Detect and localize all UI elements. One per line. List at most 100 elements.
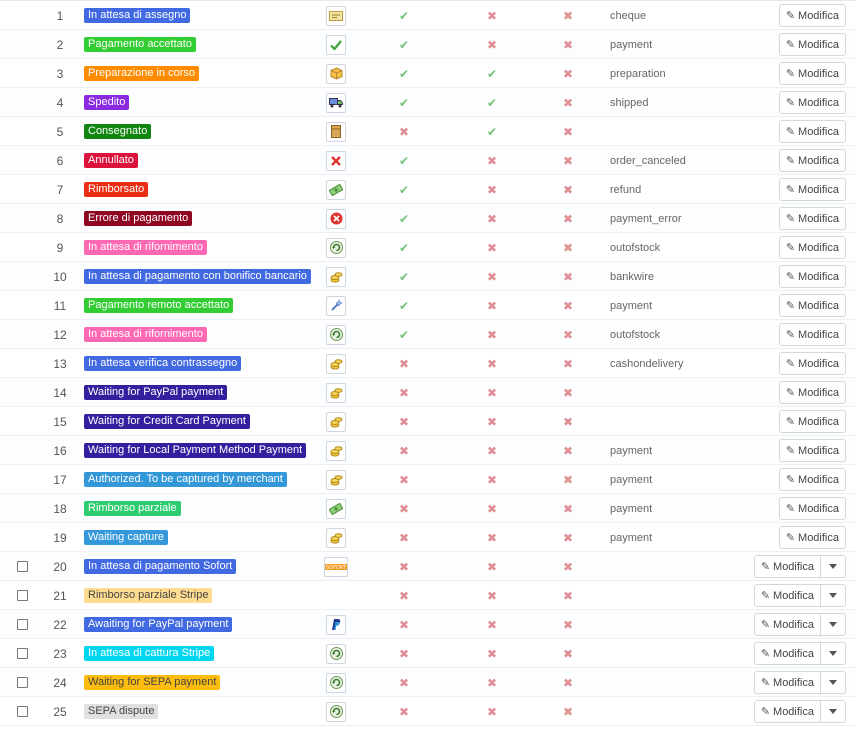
cross-icon[interactable]: ✖ (563, 706, 573, 718)
cross-icon[interactable]: ✖ (563, 532, 573, 544)
cross-icon[interactable]: ✖ (487, 474, 497, 486)
cross-icon[interactable]: ✖ (563, 387, 573, 399)
check-icon[interactable]: ✔ (487, 68, 497, 80)
edit-button[interactable]: ✎ Modifica (778, 91, 846, 114)
cross-icon[interactable]: ✖ (563, 10, 573, 22)
cross-icon[interactable]: ✖ (487, 416, 497, 428)
dropdown-toggle-button[interactable] (821, 671, 846, 694)
cross-icon[interactable]: ✖ (399, 590, 409, 602)
cross-icon[interactable]: ✖ (487, 619, 497, 631)
cross-icon[interactable]: ✖ (563, 68, 573, 80)
cross-icon[interactable]: ✖ (563, 503, 573, 515)
cross-icon[interactable]: ✖ (563, 155, 573, 167)
cross-icon[interactable]: ✖ (563, 300, 573, 312)
cross-icon[interactable]: ✖ (487, 503, 497, 515)
dropdown-toggle-button[interactable] (821, 613, 846, 636)
edit-button[interactable]: ✎ Modifica (778, 468, 846, 491)
cross-icon[interactable]: ✖ (487, 648, 497, 660)
edit-button[interactable]: ✎ Modifica (778, 178, 846, 201)
check-icon[interactable]: ✔ (399, 184, 409, 196)
edit-button[interactable]: ✎ Modifica (778, 265, 846, 288)
edit-button[interactable]: ✎ Modifica (753, 671, 821, 694)
dropdown-toggle-button[interactable] (821, 700, 846, 723)
dropdown-toggle-button[interactable] (821, 584, 846, 607)
cross-icon[interactable]: ✖ (487, 184, 497, 196)
edit-button[interactable]: ✎ Modifica (778, 323, 846, 346)
cross-icon[interactable]: ✖ (399, 619, 409, 631)
row-checkbox[interactable] (16, 561, 28, 572)
cross-icon[interactable]: ✖ (487, 271, 497, 283)
cross-icon[interactable]: ✖ (399, 474, 409, 486)
cross-icon[interactable]: ✖ (563, 648, 573, 660)
cross-icon[interactable]: ✖ (563, 329, 573, 341)
cross-icon[interactable]: ✖ (563, 358, 573, 370)
edit-button[interactable]: ✎ Modifica (778, 236, 846, 259)
check-icon[interactable]: ✔ (399, 39, 409, 51)
cross-icon[interactable]: ✖ (399, 445, 409, 457)
cross-icon[interactable]: ✖ (563, 445, 573, 457)
check-icon[interactable]: ✔ (487, 97, 497, 109)
cross-icon[interactable]: ✖ (487, 387, 497, 399)
edit-button[interactable]: ✎ Modifica (778, 62, 846, 85)
cross-icon[interactable]: ✖ (563, 126, 573, 138)
cross-icon[interactable]: ✖ (563, 39, 573, 51)
cross-icon[interactable]: ✖ (399, 648, 409, 660)
cross-icon[interactable]: ✖ (563, 416, 573, 428)
cross-icon[interactable]: ✖ (563, 561, 573, 573)
check-icon[interactable]: ✔ (399, 329, 409, 341)
row-checkbox[interactable] (16, 590, 28, 601)
cross-icon[interactable]: ✖ (487, 155, 497, 167)
cross-icon[interactable]: ✖ (487, 590, 497, 602)
cross-icon[interactable]: ✖ (487, 358, 497, 370)
check-icon[interactable]: ✔ (399, 300, 409, 312)
cross-icon[interactable]: ✖ (563, 271, 573, 283)
cross-icon[interactable]: ✖ (487, 706, 497, 718)
edit-button[interactable]: ✎ Modifica (753, 642, 821, 665)
cross-icon[interactable]: ✖ (563, 97, 573, 109)
cross-icon[interactable]: ✖ (399, 503, 409, 515)
cross-icon[interactable]: ✖ (487, 677, 497, 689)
edit-button[interactable]: ✎ Modifica (778, 439, 846, 462)
cross-icon[interactable]: ✖ (487, 561, 497, 573)
row-checkbox[interactable] (16, 677, 28, 688)
edit-button[interactable]: ✎ Modifica (753, 584, 821, 607)
cross-icon[interactable]: ✖ (487, 300, 497, 312)
edit-button[interactable]: ✎ Modifica (778, 149, 846, 172)
cross-icon[interactable]: ✖ (399, 126, 409, 138)
edit-button[interactable]: ✎ Modifica (753, 613, 821, 636)
cross-icon[interactable]: ✖ (399, 561, 409, 573)
cross-icon[interactable]: ✖ (563, 184, 573, 196)
cross-icon[interactable]: ✖ (399, 532, 409, 544)
edit-button[interactable]: ✎ Modifica (778, 33, 846, 56)
cross-icon[interactable]: ✖ (563, 213, 573, 225)
check-icon[interactable]: ✔ (399, 155, 409, 167)
cross-icon[interactable]: ✖ (487, 10, 497, 22)
cross-icon[interactable]: ✖ (563, 619, 573, 631)
cross-icon[interactable]: ✖ (563, 590, 573, 602)
row-checkbox[interactable] (16, 648, 28, 659)
edit-button[interactable]: ✎ Modifica (778, 352, 846, 375)
edit-button[interactable]: ✎ Modifica (753, 700, 821, 723)
edit-button[interactable]: ✎ Modifica (778, 381, 846, 404)
cross-icon[interactable]: ✖ (399, 677, 409, 689)
cross-icon[interactable]: ✖ (487, 39, 497, 51)
cross-icon[interactable]: ✖ (487, 329, 497, 341)
edit-button[interactable]: ✎ Modifica (778, 120, 846, 143)
cross-icon[interactable]: ✖ (399, 706, 409, 718)
cross-icon[interactable]: ✖ (563, 242, 573, 254)
cross-icon[interactable]: ✖ (487, 213, 497, 225)
cross-icon[interactable]: ✖ (487, 445, 497, 457)
edit-button[interactable]: ✎ Modifica (778, 294, 846, 317)
edit-button[interactable]: ✎ Modifica (753, 555, 821, 578)
check-icon[interactable]: ✔ (399, 242, 409, 254)
edit-button[interactable]: ✎ Modifica (778, 526, 846, 549)
cross-icon[interactable]: ✖ (563, 677, 573, 689)
row-checkbox[interactable] (16, 619, 28, 630)
edit-button[interactable]: ✎ Modifica (778, 497, 846, 520)
cross-icon[interactable]: ✖ (563, 474, 573, 486)
check-icon[interactable]: ✔ (399, 10, 409, 22)
cross-icon[interactable]: ✖ (399, 358, 409, 370)
cross-icon[interactable]: ✖ (487, 532, 497, 544)
edit-button[interactable]: ✎ Modifica (778, 4, 846, 27)
cross-icon[interactable]: ✖ (399, 416, 409, 428)
